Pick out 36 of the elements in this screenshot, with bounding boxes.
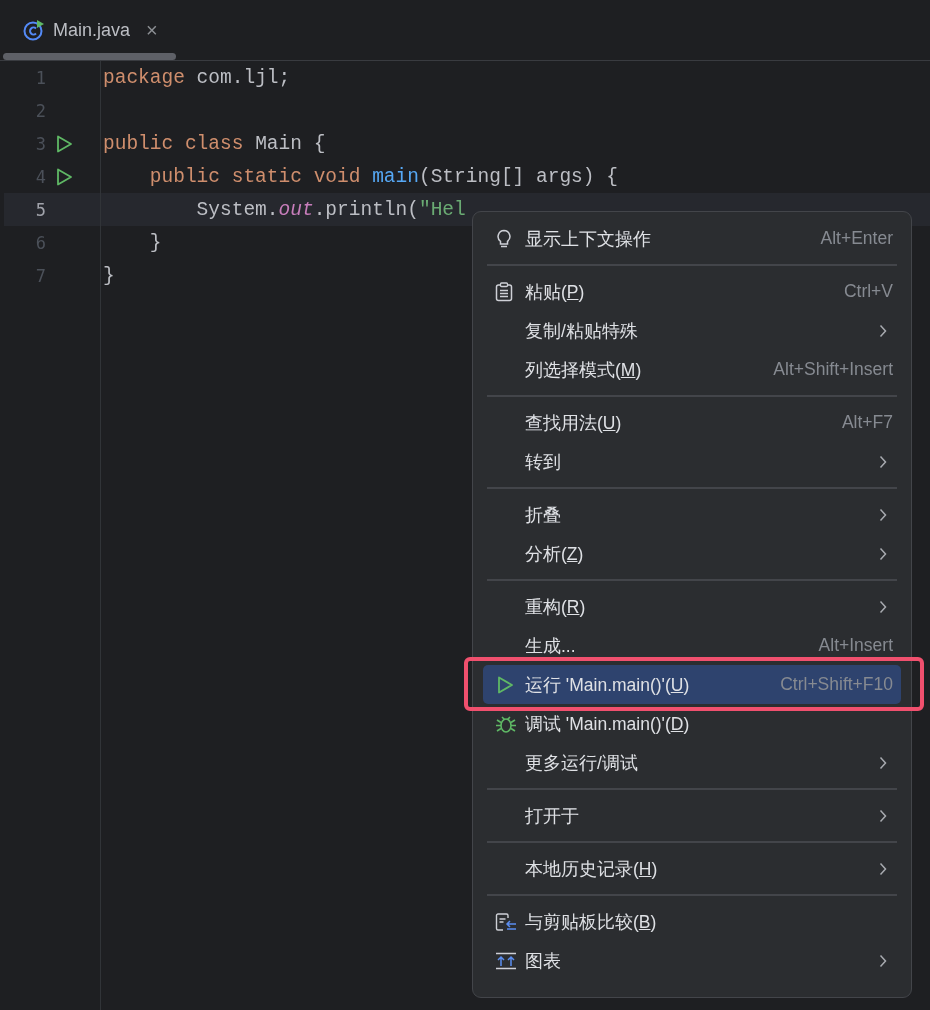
code-line: } [148, 231, 162, 254]
menu-item[interactable]: 图表 [483, 941, 901, 980]
menu-item[interactable]: 更多运行/调试 [483, 743, 901, 782]
menu-item[interactable]: 本地历史记录(H) [483, 849, 901, 888]
lightbulb-icon [495, 228, 513, 249]
line-number: 5 [34, 199, 46, 220]
menu-item[interactable]: 与剪贴板比较(B) [483, 902, 901, 941]
code-line: } [103, 264, 115, 287]
clipboard-icon [495, 281, 513, 302]
menu-item[interactable]: 显示上下文操作 Alt+Enter [483, 219, 901, 258]
menu-item[interactable]: 调试 'Main.main()'(D) [483, 704, 901, 743]
run-icon [495, 674, 515, 695]
code-line: System.out.println("Hel [195, 198, 466, 221]
menu-item[interactable]: 运行 'Main.main()'(U) Ctrl+Shift+F10 [483, 665, 901, 704]
file-tab[interactable]: Main.java × [3, 0, 176, 60]
menu-item[interactable]: 复制/粘贴特殊 [483, 311, 901, 350]
clipboard-compare-icon [495, 911, 517, 932]
code-line: public class Main { [103, 132, 326, 155]
menu-item[interactable]: 打开于 [483, 796, 901, 835]
bug-icon [495, 713, 517, 734]
java-class-icon [23, 19, 45, 41]
code-line: package com.ljl; [103, 66, 291, 89]
menu-item[interactable]: 重构(R) [483, 587, 901, 626]
menu-item[interactable]: 查找用法(U) Alt+F7 [483, 403, 901, 442]
menu-item[interactable]: 折叠 [483, 495, 901, 534]
run-icon[interactable] [54, 166, 74, 187]
menu-item[interactable]: 转到 [483, 442, 901, 481]
close-icon[interactable]: × [146, 18, 158, 42]
menu-item[interactable]: 分析(Z) [483, 534, 901, 573]
run-icon[interactable] [54, 133, 74, 154]
menu-item[interactable]: 生成... Alt+Insert [483, 626, 901, 665]
diagram-icon [495, 951, 517, 970]
menu-item[interactable]: 列选择模式(M) Alt+Shift+Insert [483, 350, 901, 389]
code-line: public static void main(String[] args) { [148, 165, 618, 188]
menu-item[interactable]: 粘贴(P) Ctrl+V [483, 272, 901, 311]
tab-label: Main.java [53, 19, 131, 41]
